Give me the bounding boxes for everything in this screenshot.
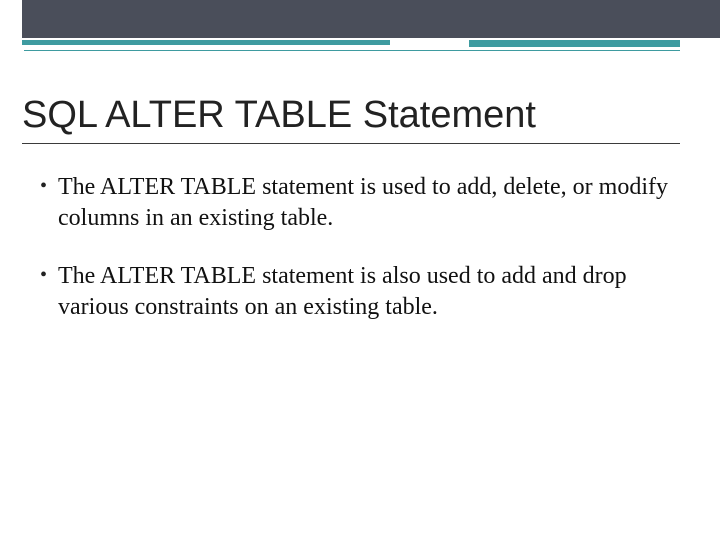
header-band-gap	[0, 0, 22, 38]
bullet-item: • The ALTER TABLE statement is also used…	[40, 261, 670, 322]
slide-body: • The ALTER TABLE statement is used to a…	[40, 172, 670, 351]
bullet-text: The ALTER TABLE statement is used to add…	[58, 172, 670, 233]
bullet-text: The ALTER TABLE statement is also used t…	[58, 261, 670, 322]
bullet-item: • The ALTER TABLE statement is used to a…	[40, 172, 670, 233]
accent-underline	[24, 50, 680, 51]
slide-title: SQL ALTER TABLE Statement	[22, 94, 680, 144]
bullet-icon: •	[40, 172, 58, 200]
accent-bar-right	[469, 40, 680, 47]
bullet-icon: •	[40, 261, 58, 289]
slide: SQL ALTER TABLE Statement • The ALTER TA…	[0, 0, 720, 540]
header-band-fill	[22, 0, 720, 38]
accent-bar-left	[22, 40, 390, 45]
header-band	[0, 0, 720, 38]
